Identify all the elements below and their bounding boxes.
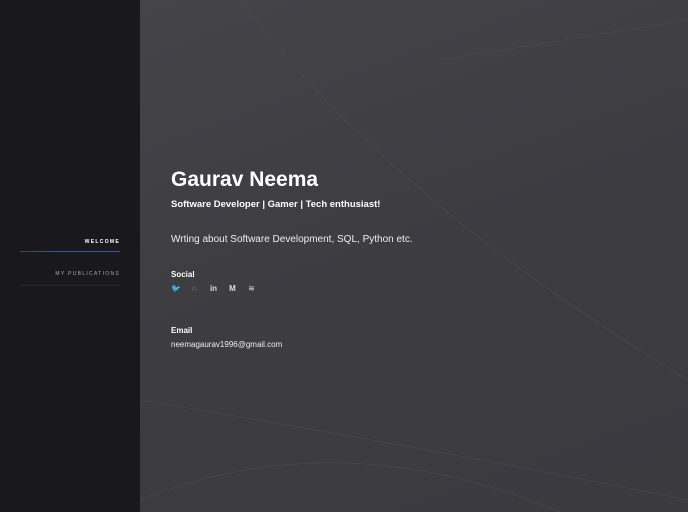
medium-icon[interactable]: M [228,284,237,293]
linkedin-icon[interactable]: in [209,284,218,293]
divider [20,285,120,286]
sidebar: WELCOME MY PUBLICATIONS [0,0,140,512]
social-links: 🐦 ◌ in M ≋ [171,284,256,293]
active-underline [20,251,120,252]
profile-name: Gaurav Neema [171,168,319,191]
github-icon[interactable]: ◌ [190,284,199,293]
social-label: Social [171,270,195,279]
nav-welcome[interactable]: WELCOME [20,239,120,252]
nav-publications-label: MY PUBLICATIONS [55,271,120,277]
nav-my-publications[interactable]: MY PUBLICATIONS [20,271,120,286]
email-link[interactable]: neemagaurav1996@gmail.com [171,340,282,349]
bio: Wrting about Software Development, SQL, … [171,234,413,245]
main-content: Gaurav Neema Software Developer | Gamer … [140,0,688,512]
rss-icon[interactable]: ≋ [247,284,256,293]
tagline: Software Developer | Gamer | Tech enthus… [171,199,381,210]
background-lines [140,0,688,512]
twitter-icon[interactable]: 🐦 [171,284,181,293]
email-label: Email [171,326,193,335]
nav-welcome-label: WELCOME [84,239,120,245]
